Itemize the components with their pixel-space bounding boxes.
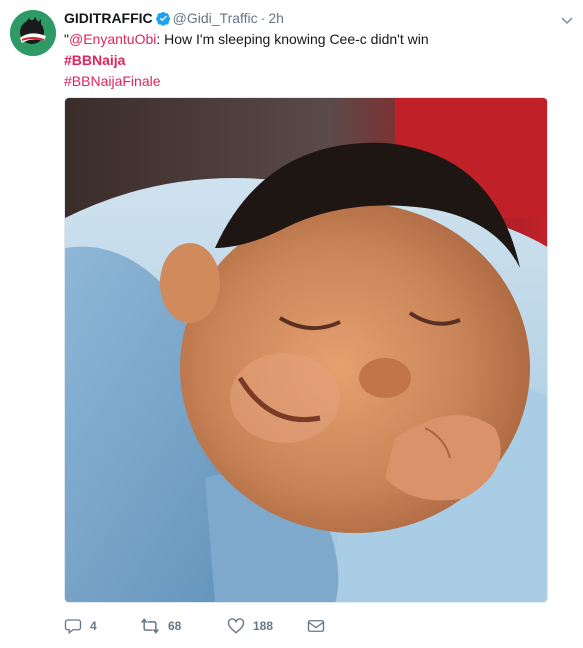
sleeping-baby-photo-icon [65,98,547,602]
retweet-count: 68 [168,619,182,633]
direct-message-button[interactable] [307,616,325,636]
text-body: : How I'm sleeping knowing Cee-c didn't … [156,31,429,47]
heart-icon [227,618,245,634]
handle[interactable]: @Gidi_Traffic [173,10,258,26]
display-name[interactable]: GIDITRAFFIC [64,10,153,26]
chevron-down-icon[interactable] [561,12,573,30]
timestamp[interactable]: 2h [268,10,284,26]
reply-icon [64,619,82,635]
retweet-icon [141,618,159,634]
reply-button[interactable]: 4 [64,616,97,636]
tweet: GIDITRAFFIC @Gidi_Traffic · 2h "@EnyantuObi… [0,0,583,648]
tweet-text: "@EnyantuObi: How I'm sleeping knowing C… [64,29,563,92]
envelope-icon [307,620,325,632]
separator: · [260,10,266,26]
avatar[interactable] [10,10,56,56]
retweet-button[interactable]: 68 [140,616,181,636]
tweet-photo[interactable] [64,97,548,603]
tweet-text-line-1: "@EnyantuObi: How I'm sleeping knowing C… [64,29,563,50]
verified-badge-icon [155,11,171,31]
like-button[interactable]: 188 [227,616,273,636]
like-count: 188 [253,619,274,633]
reply-count: 4 [90,619,97,633]
hashtag-link-bbnaijafinale[interactable]: #BBNaijaFinale [64,73,161,89]
mention-link[interactable]: @EnyantuObi [69,31,156,47]
giditraffic-logo-icon [10,10,56,56]
tweet-header: GIDITRAFFIC @Gidi_Traffic · 2h [64,8,553,28]
hashtag-link-bbnaija[interactable]: #BBNaija [64,52,125,68]
